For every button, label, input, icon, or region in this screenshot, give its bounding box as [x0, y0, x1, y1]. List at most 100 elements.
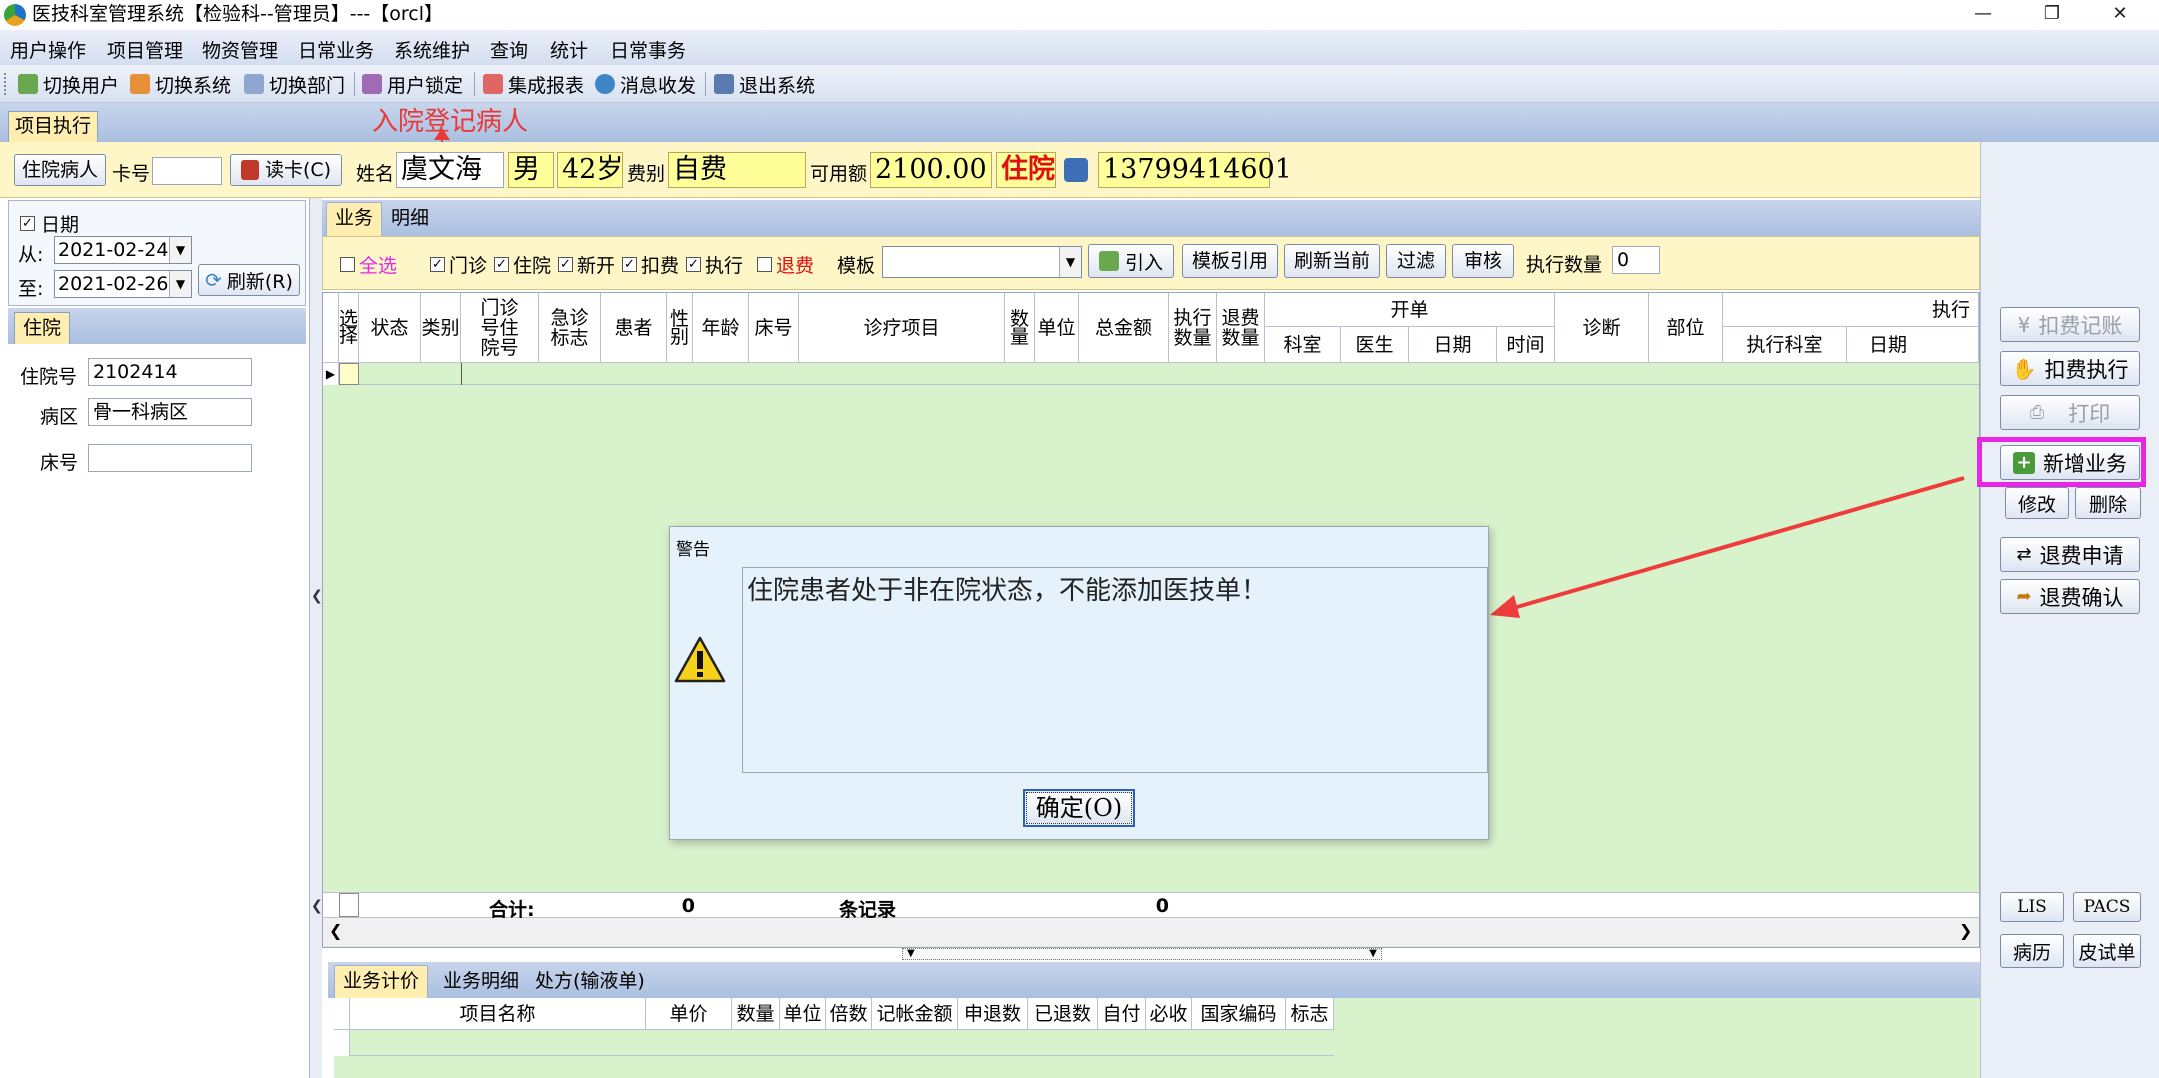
card-input[interactable] [152, 157, 222, 185]
col-age[interactable]: 年龄 [693, 293, 749, 363]
refresh-current-button[interactable]: 刷新当前 [1284, 244, 1380, 278]
col-quantity[interactable]: 数量 [1005, 293, 1035, 363]
template-select[interactable]: ▼ [882, 246, 1082, 278]
from-date-picker[interactable]: 2021-02-24 ▼ [54, 236, 192, 264]
charge-execute-button[interactable]: ✋ 扣费执行 [2000, 351, 2140, 386]
col-flag[interactable]: 标志 [1286, 998, 1334, 1030]
executed-checkbox[interactable]: ✓ 执行 [686, 251, 743, 278]
exit-system-button[interactable]: 退出系统 [714, 71, 815, 97]
minimize-icon[interactable]: — [1958, 0, 2008, 30]
col-patient[interactable]: 患者 [601, 293, 667, 363]
refund-apply-button[interactable]: ⇄ 退费申请 [2000, 537, 2140, 572]
select-all-checkbox[interactable]: 全选 [340, 251, 397, 278]
col-bed[interactable]: 床号 [749, 293, 799, 363]
col-unit[interactable]: 单位 [1035, 293, 1079, 363]
template-ref-button[interactable]: 模板引用 [1182, 244, 1278, 278]
chevron-down-icon[interactable]: ▼ [1059, 247, 1081, 277]
col-must-charge[interactable]: 必收 [1146, 998, 1192, 1030]
chevron-down-icon[interactable]: ▼ [907, 949, 915, 959]
col-charge-amount[interactable]: 记帐金额 [872, 998, 958, 1030]
exec-count-field[interactable]: 0 [1612, 246, 1660, 274]
print-button[interactable]: ⎙ 打印 [2000, 395, 2140, 430]
tab-business-detail[interactable]: 业务明细 [434, 965, 528, 999]
col-status[interactable]: 状态 [359, 293, 421, 363]
new-business-button[interactable]: + 新增业务 [2000, 445, 2140, 480]
col-diagnosis[interactable]: 诊断 [1555, 293, 1649, 363]
scroll-left-icon[interactable]: ❮ [329, 921, 342, 940]
charged-checkbox[interactable]: ✓ 扣费 [622, 251, 679, 278]
date-checkbox[interactable]: ✓ 日期 [20, 210, 79, 237]
switch-dept-button[interactable]: 切换部门 [244, 71, 345, 97]
col-category[interactable]: 类别 [421, 293, 461, 363]
restore-icon[interactable]: ❐ [2027, 0, 2077, 30]
tab-inpatient[interactable]: 住院 [14, 312, 71, 344]
col-qty[interactable]: 数量 [732, 998, 780, 1030]
col-national-code[interactable]: 国家编码 [1192, 998, 1286, 1030]
user-lock-button[interactable]: 用户锁定 [362, 71, 463, 97]
import-button[interactable]: 引入 [1088, 244, 1174, 278]
table-row[interactable] [334, 1030, 1334, 1056]
menu-user-ops[interactable]: 用户操作 [10, 36, 86, 63]
refund-checkbox[interactable]: 退费 [757, 251, 814, 278]
scroll-right-icon[interactable]: ❯ [1959, 921, 1972, 940]
col-open-time[interactable]: 时间 [1497, 327, 1555, 363]
delete-button[interactable]: 删除 [2075, 487, 2141, 519]
pacs-button[interactable]: PACS [2073, 892, 2141, 922]
col-unit[interactable]: 单位 [780, 998, 826, 1030]
collapse-left-icon[interactable]: ❮ [311, 588, 323, 604]
menu-system-maint[interactable]: 系统维护 [394, 36, 470, 63]
new-order-checkbox[interactable]: ✓ 新开 [558, 251, 615, 278]
review-button[interactable]: 审核 [1452, 244, 1514, 278]
filter-button[interactable]: 过滤 [1386, 244, 1446, 278]
col-total-amount[interactable]: 总金额 [1079, 293, 1169, 363]
skin-test-button[interactable]: 皮试单 [2073, 934, 2141, 968]
menu-material-mgmt[interactable]: 物资管理 [202, 36, 278, 63]
col-sex[interactable]: 性别 [667, 293, 693, 363]
col-select[interactable]: 选择 [339, 293, 359, 363]
menu-statistics[interactable]: 统计 [550, 36, 588, 63]
switch-system-button[interactable]: 切换系统 [130, 71, 231, 97]
col-visit-no[interactable]: 门诊号住院号 [461, 293, 539, 363]
admit-no-field[interactable]: 2102414 [88, 358, 252, 386]
col-body-part[interactable]: 部位 [1649, 293, 1723, 363]
edit-button[interactable]: 修改 [2005, 487, 2069, 519]
col-refund-qty[interactable]: 退费数量 [1217, 293, 1265, 363]
ok-button[interactable]: 确定(O) [1023, 789, 1135, 827]
col-multiple[interactable]: 倍数 [826, 998, 872, 1030]
menu-daily-affairs[interactable]: 日常事务 [610, 36, 686, 63]
read-card-button[interactable]: 读卡(C) [230, 154, 342, 186]
refresh-button[interactable]: ⟳ 刷新(R) [198, 264, 300, 296]
tab-project-exec[interactable]: 项目执行 [8, 111, 99, 142]
table-row[interactable]: ▶ [323, 363, 1979, 385]
medical-record-button[interactable]: 病历 [2000, 934, 2064, 968]
menu-daily-business[interactable]: 日常业务 [298, 36, 374, 63]
menu-project-mgmt[interactable]: 项目管理 [107, 36, 183, 63]
section-splitter[interactable]: ▼ ▼ [902, 948, 1382, 960]
col-emergency[interactable]: 急诊标志 [539, 293, 601, 363]
integrated-report-button[interactable]: 集成报表 [483, 71, 584, 97]
tab-detail[interactable]: 明细 [382, 202, 438, 236]
col-open-date[interactable]: 日期 [1409, 327, 1497, 363]
col-open-dept[interactable]: 科室 [1265, 327, 1341, 363]
switch-user-button[interactable]: 切换用户 [18, 71, 119, 97]
col-diagnosis-item[interactable]: 诊疗项目 [799, 293, 1005, 363]
to-date-picker[interactable]: 2021-02-26 ▼ [54, 270, 192, 298]
bed-field[interactable] [88, 444, 252, 472]
close-icon[interactable]: ✕ [2095, 0, 2145, 30]
chevron-down-icon[interactable]: ▼ [169, 237, 191, 263]
col-refunded[interactable]: 已退数 [1028, 998, 1098, 1030]
chevron-down-icon[interactable]: ▼ [169, 271, 191, 297]
col-open-doctor[interactable]: 医生 [1341, 327, 1409, 363]
chevron-down-icon[interactable]: ▼ [1369, 949, 1377, 959]
horizontal-scrollbar[interactable]: ❮ ❯ [323, 918, 1979, 946]
col-self-pay[interactable]: 自付 [1098, 998, 1146, 1030]
col-item-name[interactable]: 项目名称 [350, 998, 646, 1030]
col-exec-date[interactable]: 日期 [1847, 327, 1979, 363]
tab-business-pricing[interactable]: 业务计价 [334, 965, 429, 999]
col-exec-dept[interactable]: 执行科室 [1723, 327, 1847, 363]
ward-field[interactable]: 骨一科病区 [88, 398, 252, 426]
patient-type-button[interactable]: 住院病人 [14, 154, 106, 186]
col-refund-apply[interactable]: 申退数 [958, 998, 1028, 1030]
tab-business[interactable]: 业务 [326, 202, 383, 236]
collapse-left-icon[interactable]: ❮ [311, 898, 323, 914]
